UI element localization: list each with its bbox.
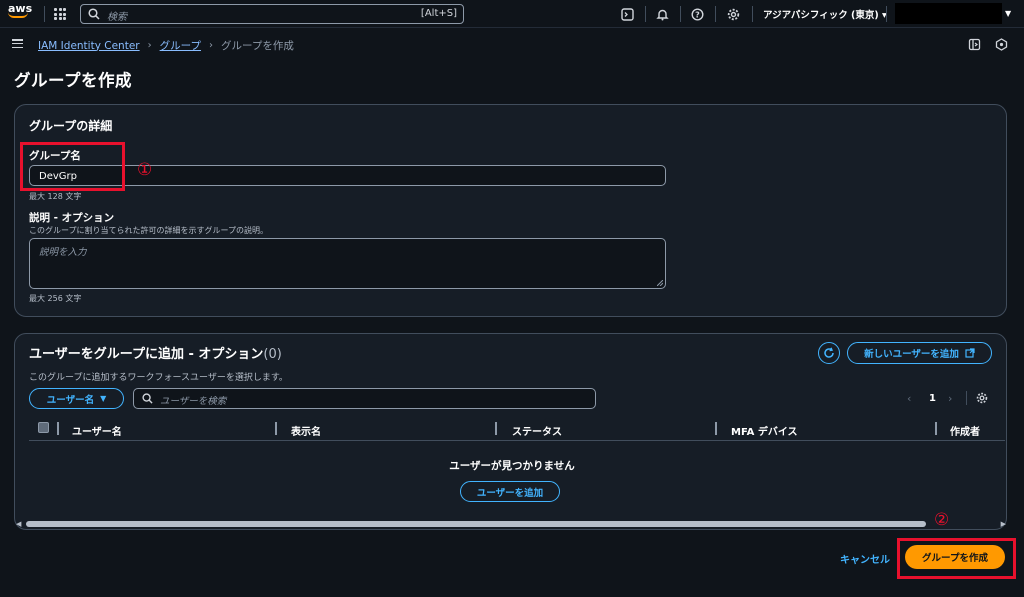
filter-property-dropdown[interactable]: ユーザー名 ▼ bbox=[29, 388, 124, 409]
page-title: グループを作成 bbox=[14, 71, 133, 90]
new-user-button-label: 新しいユーザーを追加 bbox=[864, 349, 959, 360]
column-header-status[interactable]: ステータス bbox=[512, 423, 562, 438]
top-navigation: aws 検索 [Alt+S] ? アジアパシフィック (東京) ▾ ▼ bbox=[0, 0, 1024, 28]
column-header-mfa-devices[interactable]: MFA デバイス bbox=[731, 423, 798, 438]
users-count: (0) bbox=[263, 347, 282, 362]
menu-hamburger-icon[interactable] bbox=[12, 39, 23, 48]
group-details-heading: グループの詳細 bbox=[29, 119, 113, 133]
add-users-title: ユーザーをグループに追加 - オプション bbox=[29, 347, 264, 362]
help-icon[interactable]: ? bbox=[689, 6, 705, 22]
scroll-right-icon[interactable]: ▶ bbox=[1001, 520, 1006, 528]
aws-logo-text: aws bbox=[8, 2, 33, 15]
cancel-button[interactable]: キャンセル bbox=[840, 551, 890, 566]
group-name-hint: 最大 128 文字 bbox=[29, 192, 82, 201]
search-input[interactable]: 検索 [Alt+S] bbox=[80, 4, 464, 24]
page-number-1[interactable]: 1 bbox=[929, 393, 936, 404]
refresh-icon bbox=[824, 347, 834, 358]
pager-divider bbox=[966, 391, 967, 405]
annotation-number-2: ② bbox=[934, 510, 950, 530]
add-users-description: このグループに追加するワークフォースユーザーを選択します。 bbox=[29, 373, 288, 383]
add-users-heading: ユーザーをグループに追加 - オプション(0) bbox=[29, 343, 282, 362]
column-divider bbox=[495, 422, 497, 435]
add-user-button-label: ユーザーを追加 bbox=[476, 487, 544, 499]
horizontal-scrollbar[interactable]: ◀ ▶ bbox=[16, 520, 1006, 528]
settings-gear-icon[interactable] bbox=[725, 6, 741, 22]
description-label: 説明 - オプション bbox=[29, 212, 115, 224]
highlight-box-create-button bbox=[897, 538, 1016, 579]
filter-property-label: ユーザー名 bbox=[46, 394, 95, 406]
caret-down-icon: ▼ bbox=[100, 394, 107, 403]
column-divider bbox=[715, 422, 717, 435]
account-menu[interactable] bbox=[895, 3, 1002, 24]
breadcrumb-current: グループを作成 bbox=[220, 40, 294, 52]
resize-handle-icon[interactable] bbox=[657, 280, 663, 286]
region-selector[interactable]: アジアパシフィック (東京) ▾ bbox=[763, 7, 887, 21]
aws-logo[interactable]: aws bbox=[8, 3, 34, 25]
column-header-username[interactable]: ユーザー名 bbox=[72, 423, 122, 438]
notifications-bell-icon[interactable] bbox=[654, 6, 670, 22]
tour-icon[interactable] bbox=[995, 38, 1008, 51]
user-search-input[interactable]: ユーザーを検索 bbox=[133, 388, 596, 409]
breadcrumb-bar: IAM Identity Center › グループ › グループを作成 bbox=[0, 29, 1024, 60]
description-hint: 最大 256 文字 bbox=[29, 294, 82, 303]
table-preferences-gear-icon[interactable] bbox=[976, 392, 988, 404]
breadcrumb-link-identity-center[interactable]: IAM Identity Center bbox=[38, 40, 140, 52]
empty-state-message: ユーザーが見つかりません bbox=[449, 460, 575, 472]
info-panel-icon[interactable] bbox=[968, 38, 981, 51]
services-grid-icon[interactable] bbox=[54, 8, 66, 20]
select-all-checkbox[interactable] bbox=[38, 422, 49, 433]
cloudshell-icon[interactable] bbox=[619, 6, 635, 22]
column-header-display-name[interactable]: 表示名 bbox=[291, 423, 321, 438]
scrollbar-thumb[interactable] bbox=[26, 521, 926, 527]
column-divider bbox=[57, 422, 59, 435]
svg-text:?: ? bbox=[695, 10, 700, 19]
search-shortcut: [Alt+S] bbox=[420, 8, 457, 19]
highlight-box-group-name bbox=[20, 142, 125, 191]
chevron-right-icon: › bbox=[147, 40, 152, 51]
search-icon bbox=[142, 393, 153, 404]
column-divider bbox=[275, 422, 277, 435]
breadcrumb: IAM Identity Center › グループ › グループを作成 bbox=[38, 38, 294, 53]
breadcrumb-link-groups[interactable]: グループ bbox=[160, 38, 201, 53]
column-divider bbox=[935, 422, 937, 435]
description-sublabel: このグループに割り当てられた許可の詳細を示すグループの説明。 bbox=[29, 226, 269, 235]
description-placeholder: 説明を入力 bbox=[39, 247, 87, 258]
prev-page-icon[interactable]: ‹ bbox=[907, 392, 911, 405]
new-user-button[interactable]: 新しいユーザーを追加 bbox=[847, 342, 992, 364]
account-caret-icon[interactable]: ▼ bbox=[1005, 9, 1011, 18]
refresh-button[interactable] bbox=[818, 342, 840, 364]
next-page-icon[interactable]: › bbox=[948, 392, 952, 405]
description-textarea[interactable]: 説明を入力 bbox=[29, 238, 666, 289]
add-user-button[interactable]: ユーザーを追加 bbox=[460, 481, 560, 502]
chevron-right-icon: › bbox=[208, 40, 213, 51]
column-header-created-by[interactable]: 作成者 bbox=[950, 423, 980, 438]
user-search-placeholder: ユーザーを検索 bbox=[160, 396, 227, 407]
table-header: ユーザー名 表示名 ステータス MFA デバイス 作成者 bbox=[29, 419, 1005, 441]
annotation-number-1: ① bbox=[137, 160, 153, 180]
scroll-left-icon[interactable]: ◀ bbox=[16, 520, 21, 528]
search-icon bbox=[88, 8, 100, 20]
search-placeholder: 検索 bbox=[107, 12, 127, 23]
external-link-icon bbox=[965, 348, 975, 358]
nav-divider bbox=[44, 6, 45, 22]
